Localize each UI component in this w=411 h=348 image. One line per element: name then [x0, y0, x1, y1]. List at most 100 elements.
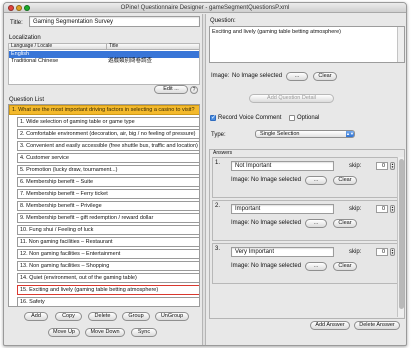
answers-scrollbar-thumb[interactable] [399, 159, 404, 309]
record-voice-label: Record Voice Comment [218, 115, 282, 121]
locale-cell: Traditional Chinese [11, 58, 59, 64]
skip-stepper-arrows[interactable]: ▲ ▼ [390, 162, 395, 170]
app-window: OPine! Questionnaire Designer - gameSegm… [3, 2, 407, 346]
answer-number: 1. [215, 160, 221, 166]
skip-stepper-arrows[interactable]: ▲ ▼ [390, 205, 395, 213]
answer-text: Very Important [235, 249, 275, 255]
delete-answer-button[interactable]: Delete Answer [354, 321, 400, 330]
list-item-selected[interactable]: 15. Exciting and lively (gaming table be… [17, 285, 199, 295]
answer-image-label: Image: [231, 220, 250, 226]
question-type-value: Single Selection [260, 131, 300, 137]
list-item[interactable]: 6. Membership benefit – Suite [17, 177, 199, 187]
localization-row-chinese[interactable]: Traditional Chinese 遊戲類別問卷調查 [9, 58, 199, 65]
add-question-detail-button[interactable]: Add Question Detail [249, 94, 334, 103]
locale-column-header[interactable]: Language / Locale [9, 44, 106, 50]
question-group-header[interactable]: 1. What are the most important driving f… [9, 105, 199, 115]
locale-cell: English [11, 51, 30, 57]
question-label: Question: [210, 18, 236, 24]
answer-image-clear-button[interactable]: Clear [333, 219, 357, 228]
answer-text: Not Important [235, 163, 272, 169]
optional-label: Optional [297, 115, 320, 121]
list-item[interactable]: 8. Membership benefit – Privilege [17, 201, 199, 211]
question-image-value: No Image selected [232, 73, 283, 79]
delete-question-button[interactable]: Delete [88, 312, 117, 321]
answer-image-browse-button[interactable]: ... [305, 219, 327, 228]
split-pane-divider[interactable] [202, 14, 206, 345]
answer-image-browse-button[interactable]: ... [305, 176, 327, 185]
question-list[interactable]: 1. What are the most important driving f… [8, 104, 200, 307]
answer-image-clear-button[interactable]: Clear [333, 176, 357, 185]
title-column-header[interactable]: Title [106, 44, 199, 50]
answer-item: 3. Very Important skip: 0 ▲ ▼ Image: No I… [212, 243, 402, 284]
list-item[interactable]: 10. Fung shui / Feeling of luck [17, 225, 199, 235]
copy-question-button[interactable]: Copy [55, 312, 82, 321]
question-list-label: Question List [9, 97, 45, 103]
answers-panel: Answers 1. Not Important skip: 0 ▲ ▼ Imag… [209, 149, 405, 319]
optional-checkbox[interactable] [289, 115, 295, 121]
question-text-area[interactable]: Exciting and lively (gaming table bettin… [209, 26, 405, 63]
add-question-button[interactable]: Add [24, 312, 48, 321]
list-item[interactable]: 11. Non gaming facilities – Restaurant [17, 237, 199, 247]
list-item[interactable]: 1. Wide selection of gaming table or gam… [17, 117, 199, 127]
ungroup-button[interactable]: UnGroup [155, 312, 189, 321]
edit-localization-button[interactable]: Edit ... [154, 85, 188, 94]
title-label: Title: [10, 20, 23, 26]
localization-label: Localization [9, 35, 41, 41]
question-image-label: Image: [211, 73, 230, 79]
answer-image-browse-button[interactable]: ... [305, 262, 327, 271]
answer-text-input[interactable]: Very Important [231, 247, 334, 257]
add-answer-button[interactable]: Add Answer [310, 321, 350, 330]
help-icon[interactable]: ? [190, 86, 198, 94]
type-label: Type: [211, 132, 226, 138]
localization-row-english[interactable]: English [9, 51, 199, 58]
survey-title-value: Gaming Segmentation Survey [33, 19, 114, 25]
move-up-button[interactable]: Move Up [48, 328, 80, 337]
skip-stepper-value[interactable]: 0 [376, 162, 388, 170]
list-item[interactable]: 5. Promotion (lucky draw, tournament...) [17, 165, 199, 175]
skip-stepper-value[interactable]: 0 [376, 205, 388, 213]
locale-title-cell: 遊戲類別問卷調查 [108, 58, 153, 64]
survey-title-input[interactable]: Gaming Segmentation Survey [29, 16, 200, 27]
list-item[interactable]: 12. Non gaming facilities – Entertainmen… [17, 249, 199, 259]
skip-stepper-arrows[interactable]: ▲ ▼ [390, 248, 395, 256]
list-item[interactable]: 7. Membership benefit – Ferry ticket [17, 189, 199, 199]
question-image-browse-button[interactable]: ... [286, 72, 308, 81]
skip-label: skip: [349, 206, 362, 212]
question-image-clear-button[interactable]: Clear [313, 72, 337, 81]
answer-image-value: No Image selected [251, 177, 302, 183]
window-title: OPine! Questionnaire Designer - gameSegm… [120, 5, 290, 11]
skip-label: skip: [349, 163, 362, 169]
answer-text-input[interactable]: Important [231, 204, 334, 214]
window-titlebar: OPine! Questionnaire Designer - gameSegm… [4, 3, 406, 13]
list-item[interactable]: 9. Membership benefit – gift redemption … [17, 213, 199, 223]
skip-label: skip: [349, 249, 362, 255]
list-item[interactable]: 3. Convenient and easily accessible (fre… [17, 141, 199, 151]
answer-image-label: Image: [231, 263, 250, 269]
list-item[interactable]: 4. Customer service [17, 153, 199, 163]
answer-item: 2. Important skip: 0 ▲ ▼ Image: No Image … [212, 200, 402, 241]
answer-text: Important [235, 206, 261, 212]
list-item[interactable]: 13. Non gaming facilities – Shopping [17, 261, 199, 271]
localization-table: Language / Locale Title English Traditio… [8, 43, 200, 85]
answer-item: 1. Not Important skip: 0 ▲ ▼ Image: No Im… [212, 157, 402, 198]
list-item[interactable]: 14. Quiet (environment, out of the gamin… [17, 273, 199, 283]
list-item[interactable]: 16. Safety [17, 297, 199, 306]
question-scrollbar[interactable] [397, 27, 404, 62]
answers-scrollbar[interactable] [397, 157, 404, 317]
answer-text-input[interactable]: Not Important [231, 161, 334, 171]
answer-number: 2. [215, 203, 221, 209]
question-text: Exciting and lively (gaming table bettin… [212, 29, 342, 35]
answers-label: Answers [213, 150, 233, 156]
answer-image-value: No Image selected [251, 263, 302, 269]
answer-image-value: No Image selected [251, 220, 302, 226]
sync-button[interactable]: Sync [131, 328, 157, 337]
question-type-select[interactable]: Single Selection ▲▼ [255, 130, 355, 138]
answer-image-clear-button[interactable]: Clear [333, 262, 357, 271]
record-voice-checkbox[interactable] [210, 114, 216, 121]
move-down-button[interactable]: Move Down [85, 328, 125, 337]
chevron-updown-icon: ▲▼ [346, 131, 354, 137]
group-button[interactable]: Group [122, 312, 150, 321]
skip-stepper-value[interactable]: 0 [376, 248, 388, 256]
list-item[interactable]: 2. Comfortable environment (decoration, … [17, 129, 199, 139]
answer-number: 3. [215, 246, 221, 252]
